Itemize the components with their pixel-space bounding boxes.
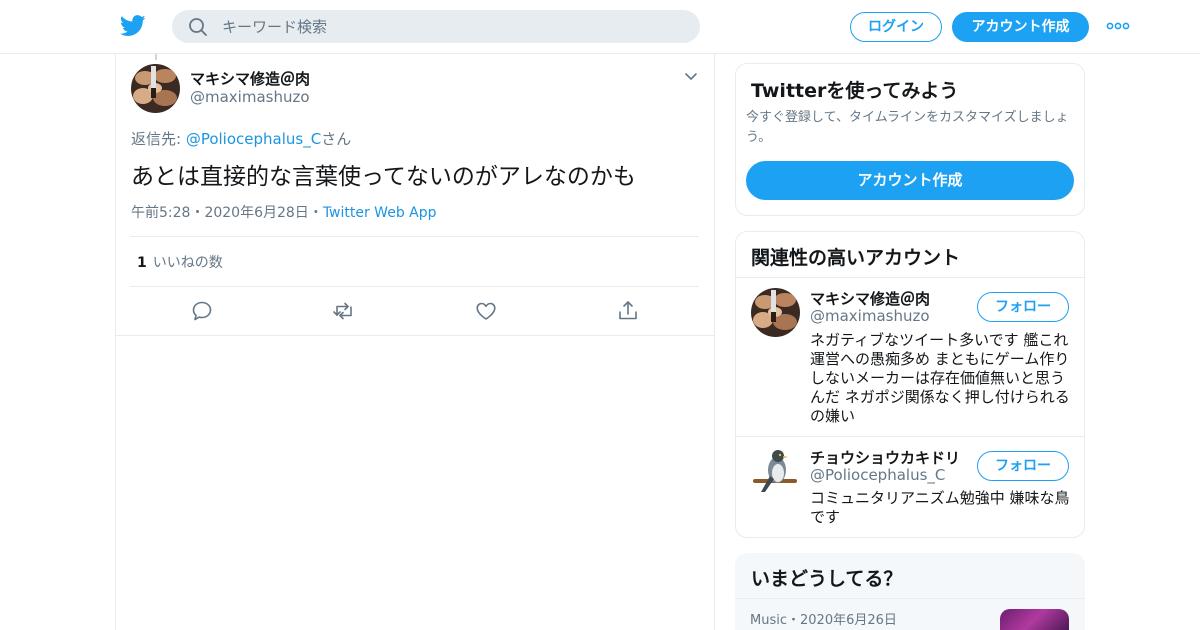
related-account-handle[interactable]: @Poliocephalus_C: [810, 466, 945, 484]
tweet-text: あとは直接的な言葉使ってないのがアレなのかも: [131, 164, 636, 190]
related-accounts-title: 関連性の高いアカウント: [751, 247, 961, 269]
like-count: 1: [137, 255, 147, 271]
divider: [130, 236, 699, 237]
reply-icon[interactable]: [190, 299, 214, 323]
related-account-avatar[interactable]: [751, 288, 800, 337]
divider: [130, 286, 699, 287]
follow-button[interactable]: フォロー: [977, 451, 1069, 481]
tweet-author-name[interactable]: マキシマ修造＠肉: [190, 68, 310, 89]
tweet-author-handle[interactable]: @maximashuzo: [190, 88, 310, 106]
twitter-bird-logo-icon[interactable]: [120, 14, 146, 38]
reply-to-line: 返信先: @Poliocephalus_Cさん: [131, 128, 351, 149]
related-account-bio: ネガティブなツイート多いです 艦これ運営への愚痴多め まともにゲーム作りしないメ…: [810, 331, 1070, 425]
signup-card-button[interactable]: アカウント作成: [746, 161, 1074, 200]
related-account-avatar[interactable]: [751, 446, 800, 495]
tweet-author-avatar[interactable]: [131, 64, 180, 113]
trends-title: いまどうしてる？: [751, 568, 903, 590]
top-navigation-bar: ログイン アカウント作成: [0, 0, 1200, 54]
tweet-date[interactable]: 2020年6月28日: [204, 205, 308, 221]
trend-item-meta[interactable]: Music・2020年6月26日: [750, 609, 897, 628]
divider: [116, 335, 714, 336]
search-input[interactable]: [222, 10, 682, 43]
trend-thumbnail-image[interactable]: [1000, 609, 1069, 630]
search-box[interactable]: [172, 10, 700, 43]
meat-avatar-image: [131, 64, 180, 113]
bird-avatar-image: [751, 446, 800, 495]
related-account-name[interactable]: マキシマ修造＠肉: [810, 288, 930, 309]
chevron-down-icon[interactable]: [684, 70, 698, 84]
trend-category: Music: [750, 613, 787, 628]
more-options-icon[interactable]: [1106, 18, 1130, 34]
tweet-source-app-link[interactable]: Twitter Web App: [323, 205, 437, 221]
heart-icon[interactable]: [474, 299, 498, 323]
tweet-metadata: 午前5:28・2020年6月28日・Twitter Web App: [131, 202, 437, 222]
related-account-bio: コミュニタリアニズム勉強中 嫌味な鳥です: [810, 489, 1070, 526]
tweet-time[interactable]: 午前5:28: [131, 205, 190, 221]
related-account-handle[interactable]: @maximashuzo: [810, 307, 930, 325]
divider: [736, 277, 1084, 278]
reply-mention-link[interactable]: @Poliocephalus_C: [186, 130, 321, 148]
signup-card-description: 今すぐ登録して、タイムラインをカスタマイズしましょう。: [746, 110, 1069, 145]
share-icon[interactable]: [616, 299, 640, 323]
trends-card: いまどうしてる？ Music・2020年6月26日: [735, 553, 1085, 630]
signup-card: Twitterを使ってみよう 今すぐ登録して、タイムラインをカスタマイズしましょ…: [735, 63, 1085, 216]
meta-separator: ・: [190, 205, 205, 221]
related-account-name[interactable]: チョウショウカキドリ: [810, 447, 960, 468]
meat-avatar-image: [751, 288, 800, 337]
like-count-label: いいねの数: [152, 255, 223, 271]
login-button[interactable]: ログイン: [850, 12, 942, 42]
thread-connector-line: [155, 54, 157, 60]
reply-suffix: さん: [321, 130, 352, 148]
search-icon: [189, 18, 207, 36]
trend-date: 2020年6月26日: [800, 613, 897, 628]
follow-button[interactable]: フォロー: [977, 292, 1069, 322]
retweet-icon[interactable]: [332, 299, 356, 323]
meta-separator: ・: [308, 205, 323, 221]
like-count-stat[interactable]: 1 いいねの数: [137, 252, 223, 272]
divider: [736, 436, 1084, 437]
reply-prefix: 返信先:: [131, 130, 186, 148]
divider: [735, 598, 1085, 599]
signup-card-title: Twitterを使ってみよう: [751, 80, 959, 102]
related-accounts-card: 関連性の高いアカウント マキシマ修造＠肉 @maximashuzo フォロー ネ…: [735, 231, 1085, 538]
signup-button[interactable]: アカウント作成: [952, 12, 1089, 42]
meta-separator: ・: [787, 613, 801, 628]
